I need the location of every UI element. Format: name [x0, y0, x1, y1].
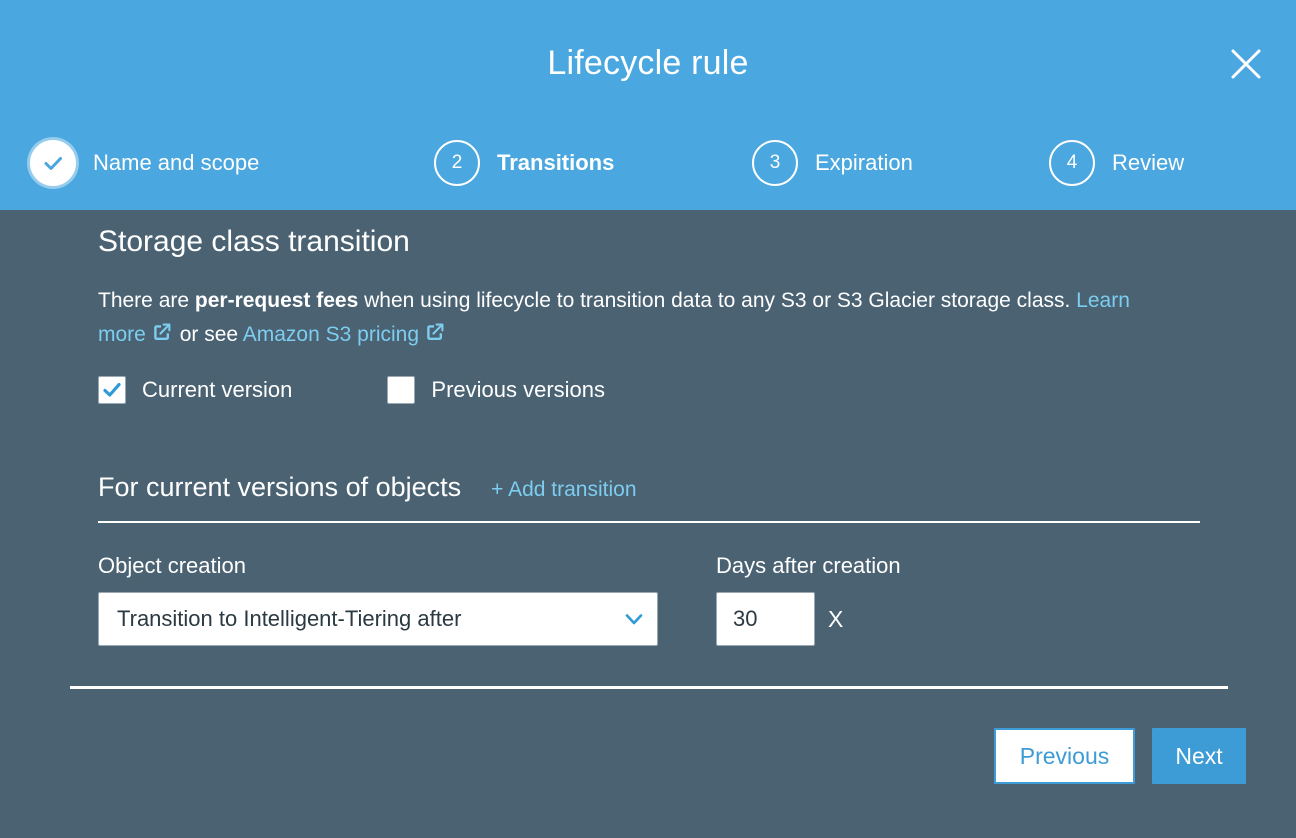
checkbox-label-previous-versions: Previous versions [431, 377, 606, 402]
section-title: Storage class transition [98, 225, 410, 258]
days-after-creation-value: 30 [733, 606, 758, 631]
subsection-header: For current versions of objects + Add tr… [98, 472, 637, 503]
checkbox-box-unchecked[interactable] [387, 376, 416, 404]
step-marker-completed [30, 140, 76, 186]
step-transitions[interactable]: 2 Transitions [434, 130, 614, 196]
amazon-s3-pricing-link[interactable]: Amazon S3 pricing [243, 323, 419, 346]
days-after-creation-input[interactable]: 30 [716, 592, 815, 646]
next-button[interactable]: Next [1152, 728, 1246, 784]
step-marker-2: 2 [434, 140, 480, 186]
step-name-and-scope[interactable]: Name and scope [30, 130, 259, 196]
previous-button[interactable]: Previous [994, 728, 1135, 784]
checkbox-label-current-version: Current version [142, 377, 293, 402]
modal-footer: Previous Next [0, 728, 1296, 808]
checkbox-current-version[interactable]: Current version [98, 376, 292, 404]
subsection-title: For current versions of objects [98, 472, 462, 502]
intro-text-part1: There are [98, 289, 195, 312]
add-transition-button[interactable]: + Add transition [491, 478, 636, 502]
modal-body: Storage class transition There are per-r… [0, 210, 1296, 838]
step-label-transitions: Transitions [497, 150, 615, 175]
step-label-review: Review [1112, 150, 1185, 175]
intro-text-between: or see [173, 323, 243, 346]
remove-transition-button[interactable]: X [828, 592, 843, 646]
step-expiration[interactable]: 3 Expiration [752, 130, 913, 196]
modal-header: Lifecycle rule Name and scope 2 Transiti… [0, 0, 1296, 210]
wizard-stepper: Name and scope 2 Transitions 3 Expiratio… [0, 130, 1296, 196]
checkbox-box-checked[interactable] [98, 376, 126, 404]
external-link-icon[interactable] [424, 321, 446, 343]
checkmark-icon [101, 379, 123, 401]
chevron-down-icon[interactable] [611, 606, 657, 632]
label-object-creation: Object creation [98, 553, 246, 578]
step-label-name-and-scope: Name and scope [93, 150, 260, 175]
step-label-expiration: Expiration [815, 150, 913, 175]
checkbox-previous-versions[interactable]: Previous versions [387, 376, 605, 404]
label-days-after-creation: Days after creation [716, 553, 901, 578]
step-review[interactable]: 4 Review [1049, 130, 1184, 196]
external-link-icon[interactable] [151, 321, 173, 343]
step-marker-3: 3 [752, 140, 798, 186]
close-icon [1228, 46, 1264, 82]
intro-text-part2: when using lifecycle to transition data … [358, 289, 1077, 312]
object-creation-select-value: Transition to Intelligent-Tiering after [117, 606, 462, 631]
check-icon [40, 150, 66, 176]
divider-bottom [70, 686, 1228, 689]
intro-paragraph: There are per-request fees when using li… [98, 284, 1158, 352]
step-marker-4: 4 [1049, 140, 1095, 186]
object-creation-select[interactable]: Transition to Intelligent-Tiering after [98, 592, 658, 646]
intro-bold-fees: per-request fees [194, 289, 359, 312]
version-checkbox-group: Current version Previous versions [98, 376, 605, 404]
page-title: Lifecycle rule [547, 44, 749, 82]
close-button[interactable] [1224, 42, 1268, 86]
divider-top [98, 521, 1200, 523]
